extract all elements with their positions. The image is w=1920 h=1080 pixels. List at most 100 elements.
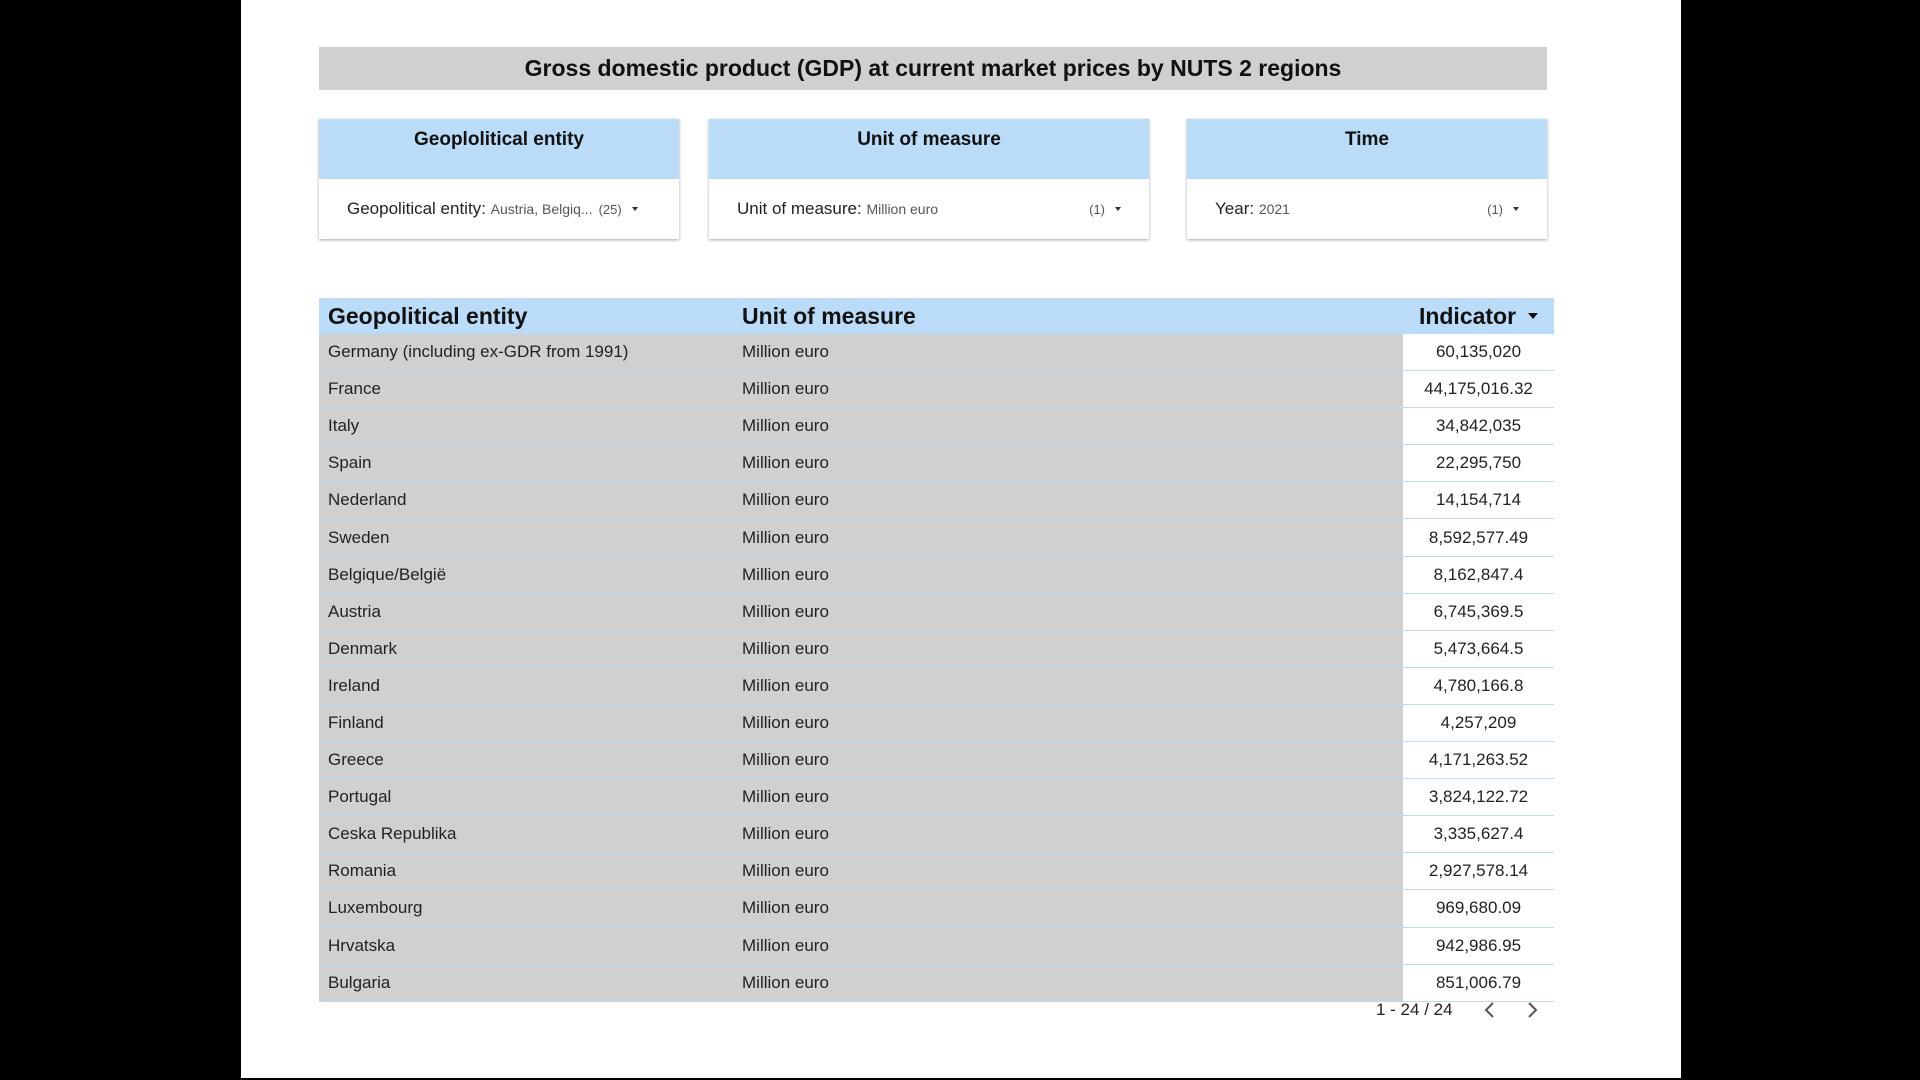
table-row: Greece Million euro 4,171,263.52 — [319, 742, 1554, 780]
cell-unit: Million euro — [733, 816, 1403, 854]
cell-unit: Million euro — [733, 667, 1403, 705]
table-row: Bulgaria Million euro 851,006.79 — [319, 964, 1554, 1002]
table-row: Spain Million euro 22,295,750 — [319, 445, 1554, 483]
table-row: Sweden Million euro 8,592,577.49 — [319, 519, 1554, 557]
cell-entity: Romania — [319, 853, 733, 891]
geo-filter-dropdown[interactable]: Geopolitical entity: Austria, Belgiq... … — [319, 179, 679, 239]
filter-card-time: Time Year: 2021 (1) — [1187, 119, 1547, 239]
cell-entity: Belgique/België — [319, 556, 733, 594]
cell-unit: Million euro — [733, 556, 1403, 594]
cell-indicator: 14,154,714 — [1403, 482, 1554, 520]
cell-unit: Million euro — [733, 964, 1403, 1002]
column-header-unit[interactable]: Unit of measure — [733, 303, 1403, 330]
table-row: Austria Million euro 6,745,369.5 — [319, 593, 1554, 631]
dropdown-caret-icon — [631, 207, 638, 211]
table-body: Germany (including ex-GDR from 1991) Mill… — [319, 334, 1554, 1030]
unit-filter-value: Million euro — [866, 201, 939, 217]
cell-indicator: 3,335,627.4 — [1403, 816, 1554, 854]
cell-entity: France — [319, 371, 733, 409]
table-row: Italy Million euro 34,842,035 — [319, 408, 1554, 446]
cell-unit: Million euro — [733, 482, 1403, 520]
chevron-right-icon[interactable] — [1525, 998, 1541, 1022]
cell-indicator: 851,006.79 — [1403, 964, 1554, 1002]
cell-unit: Million euro — [733, 519, 1403, 557]
time-filter-label: Year — [1215, 199, 1250, 218]
report-title: Gross domestic product (GDP) at current … — [319, 47, 1547, 90]
cell-unit: Million euro — [733, 927, 1403, 965]
cell-entity: Greece — [319, 742, 733, 780]
cell-indicator: 34,842,035 — [1403, 408, 1554, 446]
cell-unit: Million euro — [733, 630, 1403, 668]
cell-entity: Finland — [319, 704, 733, 743]
cell-unit: Million euro — [733, 371, 1403, 409]
cell-unit: Million euro — [733, 779, 1403, 817]
table-row: Nederland Million euro 14,154,714 — [319, 482, 1554, 520]
filter-card-unit: Unit of measure Unit of measure: Million… — [709, 119, 1149, 239]
filter-header-time: Time — [1187, 119, 1547, 179]
cell-indicator: 4,780,166.8 — [1403, 667, 1554, 705]
cell-indicator: 4,257,209 — [1403, 704, 1554, 743]
cell-entity: Hrvatska — [319, 927, 733, 965]
cell-entity: Portugal — [319, 779, 733, 817]
cell-entity: Spain — [319, 445, 733, 483]
filter-header-geo: Geoplolitical entity — [319, 119, 679, 179]
column-header-entity[interactable]: Geopolitical entity — [319, 303, 733, 330]
cell-indicator: 5,473,664.5 — [1403, 630, 1554, 668]
report-title-text: Gross domestic product (GDP) at current … — [524, 55, 1342, 81]
geo-filter-count: (25) — [598, 201, 622, 217]
cell-unit: Million euro — [733, 445, 1403, 483]
unit-filter-dropdown[interactable]: Unit of measure: Million euro (1) — [709, 179, 1149, 239]
data-table: Geopolitical entity Unit of measure Indi… — [319, 298, 1554, 1030]
table-row: Ceska Republika Million euro 3,335,627.4 — [319, 816, 1554, 854]
table-row: Romania Million euro 2,927,578.14 — [319, 853, 1554, 891]
cell-unit: Million euro — [733, 853, 1403, 891]
geo-filter-label: Geopolitical entity — [347, 199, 482, 218]
cell-indicator: 969,680.09 — [1403, 890, 1554, 928]
column-header-indicator[interactable]: Indicator — [1403, 303, 1554, 330]
table-header: Geopolitical entity Unit of measure Indi… — [319, 298, 1554, 334]
pagination: 1 - 24 / 24 — [1376, 998, 1541, 1022]
time-filter-dropdown[interactable]: Year: 2021 (1) — [1187, 179, 1547, 239]
cell-indicator: 2,927,578.14 — [1403, 853, 1554, 891]
cell-indicator: 8,162,847.4 — [1403, 556, 1554, 594]
cell-unit: Million euro — [733, 408, 1403, 446]
table-row: Denmark Million euro 5,473,664.5 — [319, 630, 1554, 668]
cell-entity: Ceska Republika — [319, 816, 733, 854]
cell-entity: Bulgaria — [319, 964, 733, 1002]
table-row: Ireland Million euro 4,780,166.8 — [319, 667, 1554, 705]
geo-filter-value: Austria, Belgiq... — [490, 201, 593, 217]
unit-filter-count: (1) — [1089, 201, 1105, 217]
cell-indicator: 60,135,020 — [1403, 334, 1554, 372]
cell-unit: Million euro — [733, 704, 1403, 743]
table-row: Luxembourg Million euro 969,680.09 — [319, 890, 1554, 928]
cell-indicator: 44,175,016.32 — [1403, 371, 1554, 409]
cell-entity: Sweden — [319, 519, 733, 557]
table-row: Hrvatska Million euro 942,986.95 — [319, 927, 1554, 965]
cell-indicator: 4,171,263.52 — [1403, 742, 1554, 780]
table-row: Finland Million euro 4,257,209 — [319, 704, 1554, 743]
chevron-left-icon[interactable] — [1481, 998, 1497, 1022]
filter-card-geo: Geoplolitical entity Geopolitical entity… — [319, 119, 679, 239]
pagination-range: 1 - 24 / 24 — [1376, 1000, 1453, 1019]
time-filter-count: (1) — [1487, 201, 1503, 217]
table-row: Belgique/België Million euro 8,162,847.4 — [319, 556, 1554, 594]
dropdown-caret-icon — [1115, 207, 1121, 211]
filter-header-unit: Unit of measure — [709, 119, 1149, 179]
cell-indicator: 8,592,577.49 — [1403, 519, 1554, 557]
column-header-indicator-label: Indicator — [1418, 302, 1517, 329]
dropdown-caret-icon — [1513, 207, 1519, 211]
cell-entity: Denmark — [319, 630, 733, 668]
cell-indicator: 3,824,122.72 — [1403, 779, 1554, 817]
cell-unit: Million euro — [733, 593, 1403, 631]
cell-unit: Million euro — [733, 890, 1403, 928]
cell-entity: Italy — [319, 408, 733, 446]
table-row: France Million euro 44,175,016.32 — [319, 371, 1554, 409]
cell-entity: Austria — [319, 593, 733, 631]
sort-caret-down-icon — [1528, 313, 1539, 319]
cell-indicator: 22,295,750 — [1403, 445, 1554, 483]
cell-unit: Million euro — [733, 742, 1403, 780]
cell-entity: Ireland — [319, 667, 733, 705]
table-row: Germany (including ex-GDR from 1991) Mill… — [319, 334, 1554, 372]
cell-indicator: 6,745,369.5 — [1403, 593, 1554, 631]
cell-entity: Nederland — [319, 482, 733, 520]
